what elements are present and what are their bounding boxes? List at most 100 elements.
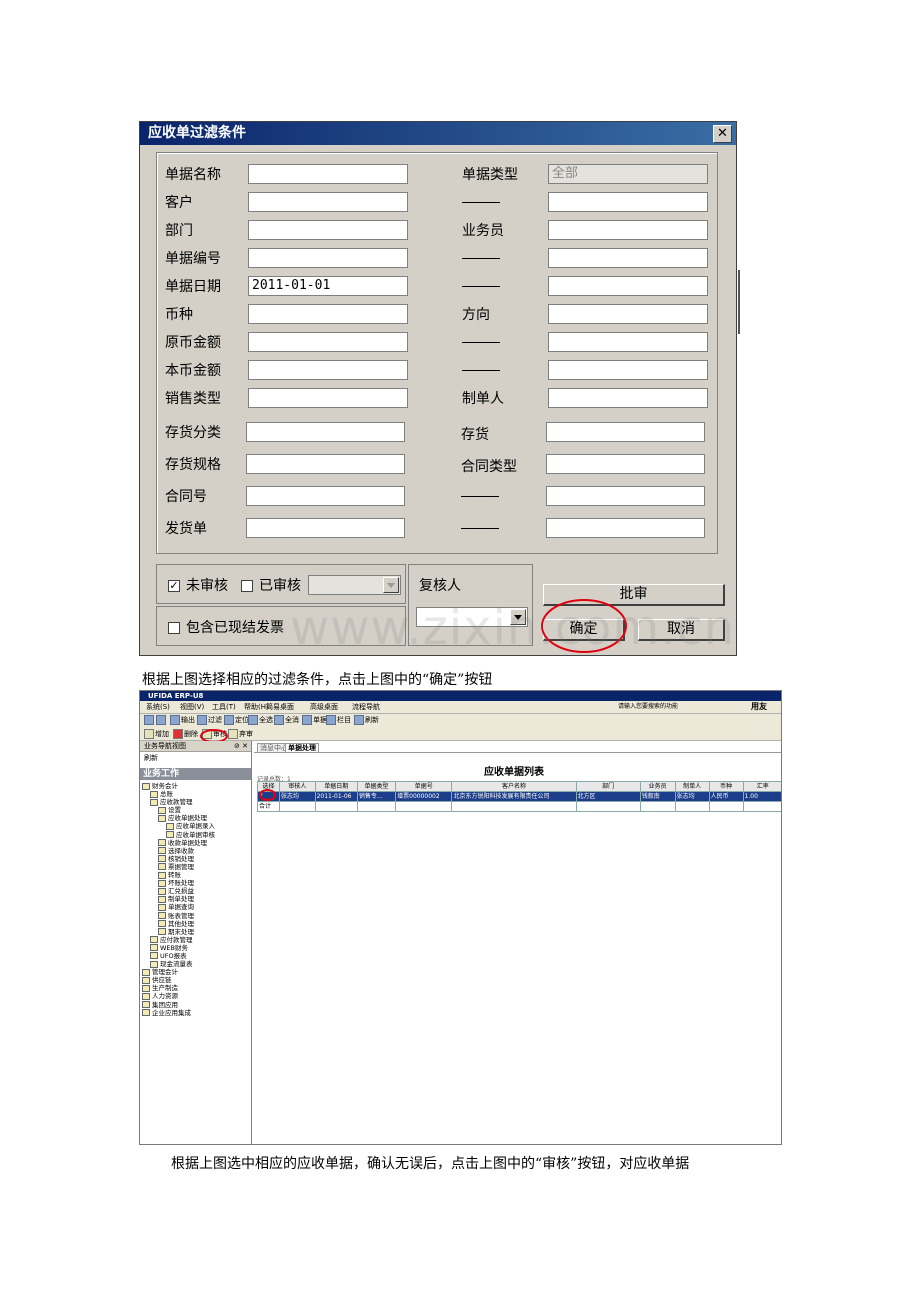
column-header[interactable]: 单据日期 [314,781,358,792]
field-input[interactable] [248,248,408,268]
field-input[interactable] [548,332,708,352]
tree-node[interactable]: 应收单据审核 [142,831,215,839]
nav-refresh-button[interactable]: 刷新 [140,753,251,763]
tree-node[interactable]: 现金流量表 [142,960,215,968]
column-header[interactable]: 汇率 [742,781,781,792]
toolbar-button[interactable]: 全选 [248,715,273,726]
include-settled-checkbox[interactable] [168,622,180,634]
chevron-down-icon[interactable] [383,577,399,593]
column-header[interactable]: 业务员 [639,781,676,792]
field-input[interactable] [546,518,705,538]
field-input[interactable] [548,192,708,212]
tree-node[interactable]: 集团应用 [142,1001,215,1009]
tree-node[interactable]: 总账 [142,790,215,798]
menu-item[interactable]: 系统(S) [146,702,170,712]
tree-node[interactable]: 账表管理 [142,912,215,920]
column-header[interactable]: 单据号 [395,781,453,792]
tree-node[interactable]: 坏账处理 [142,879,215,887]
toolbar-button[interactable]: 栏目 [326,715,351,726]
folder-icon [150,944,158,952]
grid-cell[interactable]: 北方区 [575,791,641,802]
grid-cell[interactable]: 1.00 [742,791,781,802]
field-input[interactable] [548,388,708,408]
tree-node[interactable]: 应付款管理 [142,936,215,944]
field-input[interactable] [548,276,708,296]
folder-icon [158,903,166,911]
toolbar-button[interactable]: 删除 [173,729,198,740]
toolbar-button[interactable]: 全消 [274,715,299,726]
grid-cell[interactable]: 销售专… [356,791,397,802]
field-input[interactable] [546,454,705,474]
menu-item[interactable]: 工具(T) [212,702,236,712]
toolbar-button[interactable] [144,715,155,726]
table-row[interactable]: Y 张志均 2011-01-06 销售专… 增票00000002 北京东方锐阳科技发展有限… [257,791,781,802]
field-input[interactable]: 全部 [548,164,708,184]
tree-node[interactable]: UFO报表 [142,952,215,960]
field-input[interactable] [248,192,408,212]
menu-item[interactable]: 简易桌面 [266,702,294,712]
field-input[interactable] [246,518,405,538]
tree-node[interactable]: 人力资源 [142,992,215,1000]
toolbar-button[interactable] [156,715,167,726]
close-icon[interactable]: ✕ [713,125,732,143]
field-input[interactable] [248,304,408,324]
field-input[interactable] [246,422,405,442]
tree-node[interactable]: 期末处理 [142,928,215,936]
grid-cell[interactable]: 人民币 [708,791,744,802]
tree-node[interactable]: 票据管理 [142,863,215,871]
column-header[interactable]: 币种 [708,781,744,792]
tree-node[interactable]: 单据查询 [142,903,215,911]
column-header[interactable]: 制单人 [674,781,710,792]
audit-status-select[interactable] [308,575,401,595]
grid-cell[interactable]: 北京东方锐阳科技发展有限责任公司 [451,791,577,802]
field-input[interactable] [548,220,708,240]
toolbar-button[interactable]: 刷新 [354,715,379,726]
tree-node[interactable]: 转账 [142,871,215,879]
field-input[interactable] [248,360,408,380]
field-input[interactable] [248,388,408,408]
grid-cell[interactable]: 增票00000002 [395,791,453,802]
unaudited-checkbox[interactable]: ✓ [168,580,180,592]
field-input[interactable] [246,486,405,506]
grid-cell[interactable]: 钱叙南 [639,791,676,802]
column-header[interactable]: 单据类型 [356,781,397,792]
toolbar-button[interactable]: 定位 [224,715,249,726]
toolbar-button[interactable]: 过滤 [197,715,222,726]
menu-item[interactable]: 高级桌面 [310,702,338,712]
grid-cell[interactable]: 2011-01-06 [314,791,358,802]
grid-cell[interactable]: 张志均 [278,791,316,802]
field-input[interactable] [248,164,408,184]
menu-item[interactable]: 视图(V) [180,702,204,712]
field-input[interactable] [548,248,708,268]
dialog-title-bar[interactable]: 应收单过滤条件 ✕ [140,122,736,145]
toolbar-button[interactable]: 输出 [170,715,195,726]
column-header[interactable]: 客户名称 [451,781,577,792]
tree-node[interactable]: 其他处理 [142,920,215,928]
tree-node[interactable]: 核销处理 [142,855,215,863]
tree-node[interactable]: 收款单据处理 [142,839,215,847]
tree-node[interactable]: 选择收款 [142,847,215,855]
column-header[interactable]: 审核人 [278,781,316,792]
field-input[interactable] [248,220,408,240]
toolbar-button[interactable]: 弃审 [228,729,253,740]
tree-node[interactable]: 企业应用集成 [142,1009,215,1017]
search-hint[interactable]: 请输入您要搜索的功能 [618,702,678,712]
nav-close-icon[interactable]: ⊘ ✕ [234,741,248,751]
tree-node-label: UFO报表 [160,951,187,960]
field-input[interactable] [246,454,405,474]
tree-node[interactable]: WEB财务 [142,944,215,952]
tree-node[interactable]: 应收单据录入 [142,822,215,830]
field-input[interactable] [548,360,708,380]
field-input[interactable] [546,486,705,506]
field-input[interactable] [546,422,705,442]
column-header[interactable]: 部门 [575,781,641,792]
field-input[interactable] [248,332,408,352]
field-input[interactable]: 2011-01-01 [248,276,408,296]
toolbar-button[interactable]: 单据 [302,715,327,726]
toolbar-button[interactable]: 增加 [144,729,169,740]
grid-cell[interactable]: 张志均 [674,791,710,802]
audited-checkbox[interactable] [241,580,253,592]
menu-item[interactable]: 流程导航 [352,702,380,712]
tree-node[interactable]: 财务会计 [142,782,215,790]
field-input[interactable] [548,304,708,324]
